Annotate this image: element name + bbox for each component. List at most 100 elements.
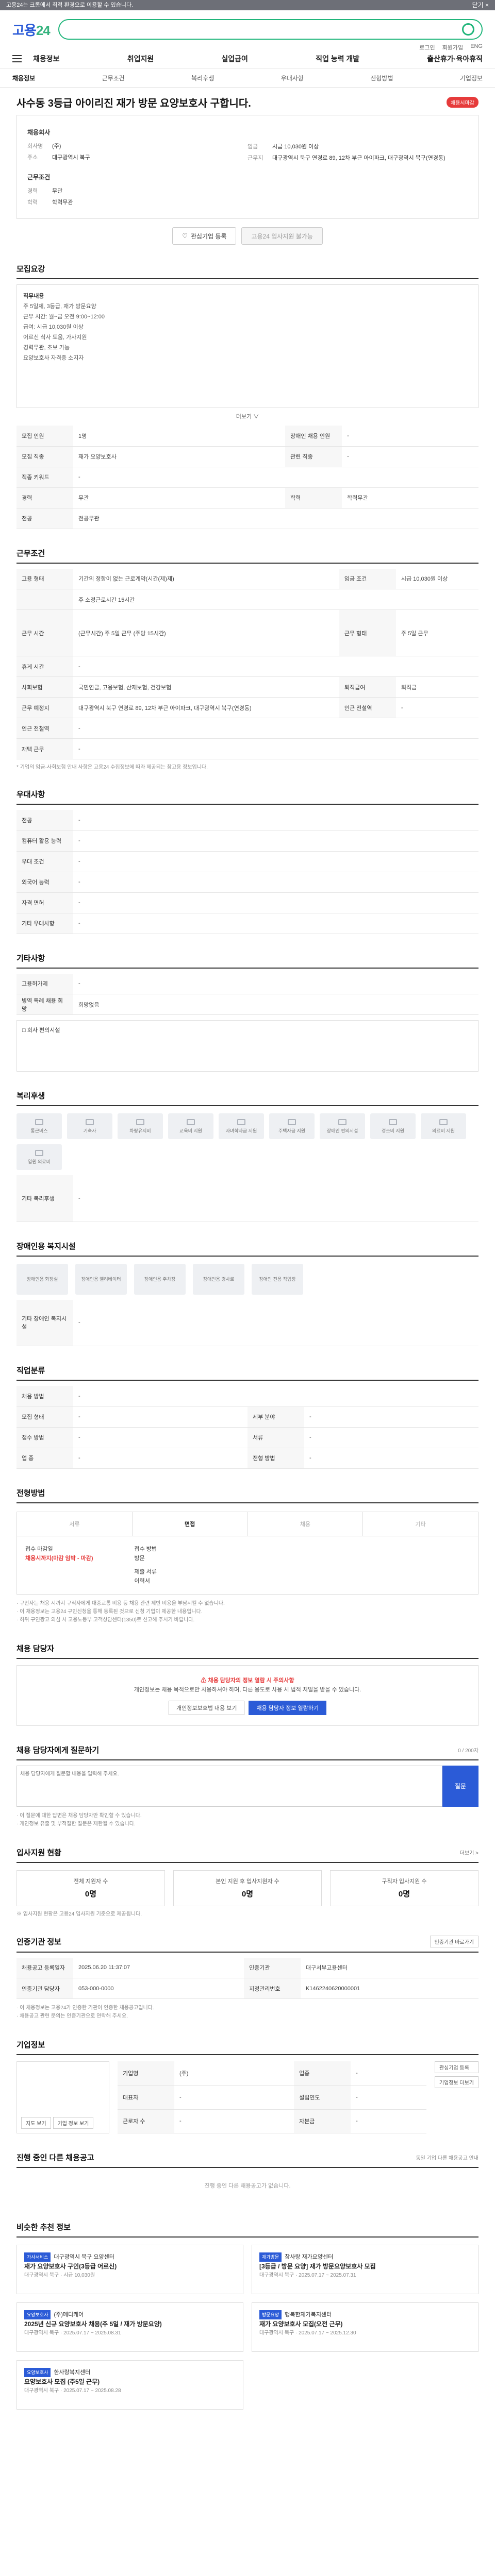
tab-preference[interactable]: 우대사항 xyxy=(281,74,304,82)
section-disability: 장애인용 복지시설 장애인용 화장실 장애인용 엘리베이터 장애인용 주차장 장… xyxy=(16,1241,478,1346)
cell-label: 사회보험 xyxy=(16,676,73,698)
label: 회사명 xyxy=(27,143,43,149)
cell-label: 자본금 xyxy=(294,2109,351,2133)
cell-value: - xyxy=(73,738,478,759)
cell-label: 대표자 xyxy=(118,2085,174,2110)
btn-label: 관심기업 등록 xyxy=(190,232,227,240)
cell-value: - xyxy=(342,446,478,467)
section-title: 기업정보 xyxy=(16,2039,478,2055)
cell-value: 무관 xyxy=(73,487,286,509)
close-button[interactable]: 닫기 × xyxy=(472,0,489,10)
classification-table: 채용 방법 - 모집 형태 - 세부 분야 - 접수 방법 - 서류 - 업 종 - 전형 방법 - xyxy=(16,1386,478,1469)
cell-label: 외국어 능력 xyxy=(16,872,73,893)
search-icon[interactable] xyxy=(462,23,474,36)
section-title: 직업분류 xyxy=(16,1365,478,1381)
search-box[interactable] xyxy=(58,19,483,40)
cell-value: 대구서부고용센터 xyxy=(300,1957,478,1978)
cell-label: 우대 조건 xyxy=(16,851,73,872)
section-title: 기타사항 xyxy=(16,953,478,969)
section-tabs: 채용정보 근무조건 복리후생 우대사항 전형방법 기업정보 xyxy=(0,69,495,88)
section-title: 전형방법 xyxy=(16,1487,478,1503)
company-more-button[interactable]: 기업정보 더보기 xyxy=(434,2076,478,2088)
cell-label: 전형 방법 xyxy=(248,1448,304,1469)
certifier-link-button[interactable]: 인증기관 바로가기 xyxy=(430,1935,478,1947)
disability-item: 장애인용 화장실 xyxy=(16,1263,68,1295)
tab-company[interactable]: 기업정보 xyxy=(460,74,483,82)
tab-welfare[interactable]: 복리후생 xyxy=(191,74,214,82)
tab-process[interactable]: 전형방법 xyxy=(370,74,393,82)
recommend-card[interactable]: 요양보호사 한사랑복지센터 요양보호사 모집 (주5일 근무) 대구광역시 북구 · … xyxy=(16,2360,243,2410)
nav-item-leave[interactable]: 출산휴가·육아휴직 xyxy=(427,54,483,64)
tab-jobinfo[interactable]: 채용정보 xyxy=(12,74,35,82)
cell-label: 고용 형태 xyxy=(16,568,73,589)
tab-conditions[interactable]: 근무조건 xyxy=(102,74,125,82)
accessibility-icon xyxy=(338,1118,346,1125)
interest-company-button-2[interactable]: 관심기업 등록 xyxy=(434,2061,478,2073)
cell-label: 모집 인원 xyxy=(16,426,73,447)
cell-label: 근로자 수 xyxy=(118,2109,174,2133)
cell-value: - xyxy=(304,1427,478,1448)
section-title: 채용 담당자 xyxy=(16,1643,478,1659)
cell-value: - xyxy=(351,2085,426,2110)
section-recommend: 비슷한 추천 정보 가사서비스 대구광역시 북구 요양센터 재가 요양보호사 구인(… xyxy=(16,2222,478,2410)
nav-item-jobs[interactable]: 채용정보 xyxy=(33,54,60,64)
info-chip[interactable]: 기업 정보 보기 xyxy=(53,2117,94,2129)
login-link[interactable]: 로그인 xyxy=(419,43,435,52)
recommend-card[interactable]: 가사서비스 대구광역시 북구 요양센터 재가 요양보호사 구인(3등급 어르신) 대구… xyxy=(16,2245,243,2294)
cell-label: 근무 시간 xyxy=(16,609,73,656)
privacy-law-button[interactable]: 개인정보보호법 내용 보기 xyxy=(169,1700,245,1715)
hamburger-menu-icon[interactable] xyxy=(12,55,22,62)
interest-company-button[interactable]: ♡ 관심기업 등록 xyxy=(172,227,237,245)
cell-value: - xyxy=(73,1175,478,1222)
section-title: 모집요강 xyxy=(16,263,478,279)
view-recruiter-button[interactable]: 채용 담당자 정보 열람하기 xyxy=(249,1700,326,1715)
cell-label: 장애인 채용 인원 xyxy=(285,426,342,447)
signup-link[interactable]: 회원가입 xyxy=(442,43,463,52)
cell-label: 근무 예정지 xyxy=(16,697,73,718)
deadline-value: 채용시까지(마감 임박 - 마감) xyxy=(25,1555,93,1562)
company-name: (주) xyxy=(52,143,61,149)
recommend-card[interactable]: 방문요양 행복한재가복지센터 재가 요양보호사 모집(오전 근무) 대구광역시 북구 … xyxy=(252,2302,478,2352)
step-hire: 채용 xyxy=(248,1512,364,1536)
site-logo[interactable]: 고용24 xyxy=(12,20,51,39)
cell-value: - xyxy=(174,2085,294,2110)
cell-label: 퇴직급여 xyxy=(339,676,396,698)
cell-label: 컴퓨터 활용 능력 xyxy=(16,831,73,852)
recommend-card[interactable]: 요양보호사 (주)메디케어 2025년 신규 요양보호사 채용(주 5일 / 재가 … xyxy=(16,2302,243,2352)
nav-item-training[interactable]: 직업 능력 개발 xyxy=(316,54,359,64)
utility-links: 로그인 회원가입 ENG xyxy=(419,43,483,52)
apply-button[interactable]: 고용24 입사지원 불가능 xyxy=(241,227,323,245)
more-link[interactable]: 더보기 > xyxy=(460,1849,478,1856)
label: 근무지 xyxy=(248,155,263,161)
section-etc: 기타사항 고용허가제 - 병역 특례 채용 희망 희망없음 □ 회사 편의시설 xyxy=(16,953,478,1072)
section-title: 비슷한 추천 정보 xyxy=(16,2222,478,2238)
map-chip[interactable]: 지도 보기 xyxy=(21,2117,51,2129)
company-map[interactable]: 지도 보기 기업 정보 보기 xyxy=(16,2061,109,2133)
cell-value: - xyxy=(73,1406,248,1428)
nav-item-benefits[interactable]: 실업급여 xyxy=(221,54,248,64)
recommend-card[interactable]: 재가방문 참사랑 재가요양센터 [3등급 / 방문 요양] 재가 방문요양보호사 모… xyxy=(252,2245,478,2294)
cell-label: 기타 복리후생 xyxy=(16,1175,73,1222)
scholarship-icon xyxy=(237,1118,245,1125)
recruiter-box: ⚠ 채용 담당자의 정보 열람 시 주의사항 개인정보는 채용 목적으로만 사용… xyxy=(16,1665,478,1726)
cell-label: 기타 우대사항 xyxy=(16,913,73,934)
cell-label: 업종 xyxy=(294,2061,351,2086)
cell-label: 근무 형태 xyxy=(339,609,396,656)
nav-item-support[interactable]: 취업지원 xyxy=(127,54,154,64)
site-header: 고용24 xyxy=(0,10,495,48)
section-recruiter: 채용 담당자 ⚠ 채용 담당자의 정보 열람 시 주의사항 개인정보는 채용 목… xyxy=(16,1643,478,1726)
section-title: 근무조건 xyxy=(16,548,478,564)
section-title: 입사지원 현황 xyxy=(16,1848,61,1857)
cell-value: - xyxy=(73,1427,248,1448)
cell-label: 전공 xyxy=(16,810,73,831)
cell-label: 재택 근무 xyxy=(16,738,73,759)
cell-value: 1명 xyxy=(73,426,286,447)
info-label: 접수 방법 xyxy=(134,1546,157,1552)
question-input[interactable] xyxy=(16,1765,442,1807)
question-submit-button[interactable]: 질문 xyxy=(442,1765,478,1807)
more-button[interactable]: 더보기 ∨ xyxy=(16,412,478,420)
lang-link[interactable]: ENG xyxy=(470,43,483,52)
label: 학력 xyxy=(27,199,38,206)
cell-value: - xyxy=(73,892,478,913)
section-recruit: 모집요강 직무내용 주 5일제, 3등급, 재가 방문요양 근무 시간: 월~금… xyxy=(16,263,478,529)
